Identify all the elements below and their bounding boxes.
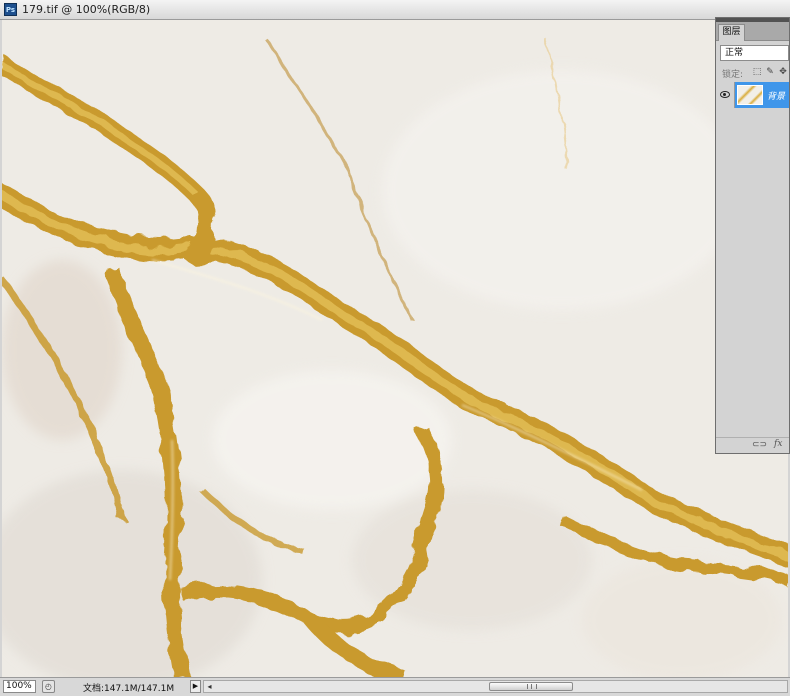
horizontal-scrollbar[interactable]: ◂ — [203, 680, 788, 693]
document-size-info: 文档:147.1M/147.1M — [83, 684, 175, 694]
marble-image — [2, 20, 788, 677]
document-canvas[interactable] — [2, 20, 788, 677]
lock-transparent-icon[interactable]: ⬚ — [752, 67, 762, 77]
layer-thumbnail[interactable] — [737, 85, 763, 105]
lock-row: 锁定: ⬚ ✎ ✥ — [720, 66, 789, 80]
grip-icon — [527, 684, 537, 689]
lock-label: 锁定: — [722, 70, 744, 80]
fx-icon[interactable]: fx — [774, 439, 782, 449]
status-menu-arrow-icon[interactable]: ▶ — [190, 680, 201, 693]
panel-footer: ⊂⊃ fx — [716, 437, 789, 453]
layer-name[interactable]: 背景 — [767, 89, 785, 102]
zoom-level-field[interactable]: 100% — [3, 680, 36, 693]
horizontal-scroll-thumb[interactable] — [489, 682, 573, 691]
panel-tab-row: 图层 — [716, 22, 789, 41]
layers-panel: 图层 正常 锁定: ⬚ ✎ ✥ 背景 ⊂⊃ fx — [715, 17, 790, 454]
scroll-left-icon[interactable]: ◂ — [204, 681, 215, 692]
status-bar: 100% ◴ 文档:147.1M/147.1M ▶ ◂ — [0, 677, 790, 696]
eye-icon[interactable] — [716, 82, 735, 108]
blend-mode-select[interactable]: 正常 — [720, 45, 789, 61]
document-title: 179.tif @ 100%(RGB/8) — [22, 3, 151, 16]
link-icon[interactable]: ⊂⊃ — [752, 440, 767, 450]
lock-move-icon[interactable]: ✥ — [778, 67, 788, 77]
layer-row-background[interactable]: 背景 — [716, 82, 789, 108]
document-title-bar: Ps 179.tif @ 100%(RGB/8) — [0, 0, 790, 20]
zoom-preview-icon[interactable]: ◴ — [42, 680, 55, 693]
lock-paint-icon[interactable]: ✎ — [765, 67, 775, 77]
photoshop-icon: Ps — [4, 3, 17, 16]
tab-layers[interactable]: 图层 — [718, 24, 745, 41]
